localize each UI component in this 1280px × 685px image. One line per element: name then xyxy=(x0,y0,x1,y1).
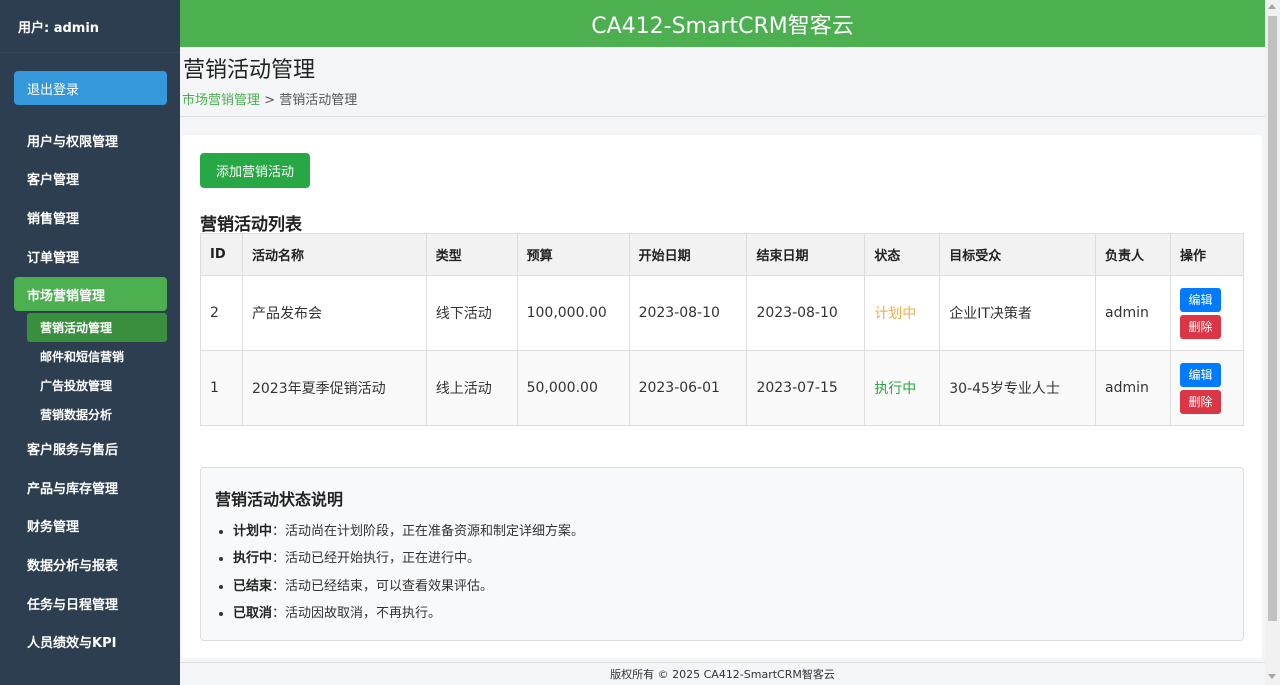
sidebar-item-user-permissions[interactable]: 用户与权限管理 xyxy=(0,121,180,160)
app-title: CA412-SmartCRM智客云 xyxy=(180,0,1265,47)
cell-start-date: 2023-06-01 xyxy=(628,350,748,426)
table-row: 2 产品发布会 线下活动 100,000.00 2023-08-10 2023-… xyxy=(200,275,1245,351)
cell-status-badge: 计划中 xyxy=(864,275,941,351)
logout-button[interactable]: 退出登录 xyxy=(14,71,167,105)
sidebar-item-orders[interactable]: 订单管理 xyxy=(0,237,180,276)
legend-term: 已取消 xyxy=(233,605,273,621)
col-header-budget: 预算 xyxy=(516,233,630,276)
col-header-type: 类型 xyxy=(425,233,518,276)
legend-term: 计划中 xyxy=(233,524,273,539)
status-legend-title: 营销活动状态说明 xyxy=(215,490,344,509)
sidebar: 用户: admin 退出登录 用户与权限管理 客户管理 销售管理 订单管理 市场… xyxy=(0,0,180,685)
cell-end-date: 2023-08-10 xyxy=(746,275,866,351)
col-header-end: 结束日期 xyxy=(746,233,866,276)
table-header-row: ID 活动名称 类型 预算 开始日期 结束日期 状态 目标受众 负责人 操作 xyxy=(200,233,1245,276)
edit-button[interactable]: 编辑 xyxy=(1179,362,1221,387)
breadcrumb-current: 营销活动管理 xyxy=(279,93,358,108)
edit-button[interactable]: 编辑 xyxy=(1179,287,1221,312)
legend-term: 执行中 xyxy=(233,551,273,567)
cell-name: 2023年夏季促销活动 xyxy=(241,350,427,426)
page-header: 营销活动管理 市场营销管理 > 营销活动管理 xyxy=(180,47,1265,117)
legend-desc: ：活动已经开始执行，正在进行中。 xyxy=(272,551,481,567)
cell-start-date: 2023-08-10 xyxy=(628,275,748,351)
breadcrumb: 市场营销管理 > 营销活动管理 xyxy=(182,89,357,108)
legend-item: 已结束：活动已经结束，可以查看效果评估。 xyxy=(233,573,584,600)
content-card: 添加营销活动 营销活动列表 ID 活动名称 类型 预算 开始日期 结束日期 状态… xyxy=(182,135,1262,658)
cell-type: 线下活动 xyxy=(425,275,518,351)
delete-button[interactable]: 删除 xyxy=(1179,389,1221,414)
cell-budget: 50,000.00 xyxy=(516,350,630,426)
cell-end-date: 2023-07-15 xyxy=(746,350,866,426)
cell-owner: admin xyxy=(1094,275,1171,351)
sidebar-item-finance[interactable]: 财务管理 xyxy=(0,507,180,546)
status-legend: 营销活动状态说明 计划中：活动尚在计划阶段，正在准备资源和制定详细方案。 执行中… xyxy=(200,467,1244,641)
legend-item: 计划中：活动尚在计划阶段，正在准备资源和制定详细方案。 xyxy=(233,518,584,545)
sidebar-item-sales[interactable]: 销售管理 xyxy=(0,198,180,237)
legend-term: 已结束 xyxy=(233,578,273,594)
sidebar-item-customers[interactable]: 客户管理 xyxy=(0,160,180,199)
legend-item: 已取消：活动因故取消，不再执行。 xyxy=(233,600,584,627)
legend-desc: ：活动因故取消，不再执行。 xyxy=(272,605,442,621)
scroll-down-arrow-icon[interactable] xyxy=(1268,674,1276,679)
cell-id: 2 xyxy=(200,275,243,351)
breadcrumb-parent-link[interactable]: 市场营销管理 xyxy=(182,93,260,108)
scroll-up-arrow-icon[interactable] xyxy=(1268,4,1276,9)
footer-copyright: 版权所有 © 2025 CA412-SmartCRM智客云 xyxy=(180,662,1265,685)
sidebar-subitem-ads[interactable]: 广告投放管理 xyxy=(0,371,180,400)
page-scrollbar[interactable] xyxy=(1265,0,1280,685)
legend-desc: ：活动尚在计划阶段，正在准备资源和制定详细方案。 xyxy=(272,524,585,539)
delete-button[interactable]: 删除 xyxy=(1179,314,1221,339)
add-campaign-button[interactable]: 添加营销活动 xyxy=(200,153,310,188)
legend-desc: ：活动已经结束，可以查看效果评估。 xyxy=(272,578,494,594)
col-header-id: ID xyxy=(200,233,243,276)
status-legend-list: 计划中：活动尚在计划阶段，正在准备资源和制定详细方案。 执行中：活动已经开始执行… xyxy=(233,518,584,627)
col-header-start: 开始日期 xyxy=(628,233,748,276)
cell-audience: 企业IT决策者 xyxy=(939,275,1096,351)
col-header-audience: 目标受众 xyxy=(939,233,1096,276)
scrollbar-thumb[interactable] xyxy=(1268,16,1277,621)
current-user: 用户: admin xyxy=(0,0,180,53)
sidebar-nav: 用户与权限管理 客户管理 销售管理 订单管理 市场营销管理 营销活动管理 邮件和… xyxy=(0,121,180,661)
col-header-owner: 负责人 xyxy=(1094,233,1171,276)
sidebar-item-tasks[interactable]: 任务与日程管理 xyxy=(0,584,180,623)
cell-type: 线上活动 xyxy=(425,350,518,426)
sidebar-item-inventory[interactable]: 产品与库存管理 xyxy=(0,468,180,507)
col-header-actions: 操作 xyxy=(1169,233,1245,276)
cell-audience: 30-45岁专业人士 xyxy=(939,350,1096,426)
breadcrumb-separator: > xyxy=(260,93,280,108)
page-title: 营销活动管理 xyxy=(183,58,316,83)
cell-owner: admin xyxy=(1094,350,1171,426)
sidebar-item-reports[interactable]: 数据分析与报表 xyxy=(0,545,180,584)
col-header-status: 状态 xyxy=(864,233,941,276)
sidebar-subitem-marketing-analytics[interactable]: 营销数据分析 xyxy=(0,400,180,429)
cell-budget: 100,000.00 xyxy=(516,275,630,351)
sidebar-item-service[interactable]: 客户服务与售后 xyxy=(0,429,180,468)
campaign-list-title: 营销活动列表 xyxy=(200,215,302,235)
table-row: 1 2023年夏季促销活动 线上活动 50,000.00 2023-06-01 … xyxy=(200,350,1245,426)
campaign-table: ID 活动名称 类型 预算 开始日期 结束日期 状态 目标受众 负责人 操作 2… xyxy=(200,233,1245,426)
legend-item: 执行中：活动已经开始执行，正在进行中。 xyxy=(233,545,584,572)
cell-actions: 编辑 删除 xyxy=(1169,275,1245,351)
sidebar-item-marketing[interactable]: 市场营销管理 xyxy=(14,277,167,312)
col-header-name: 活动名称 xyxy=(241,233,427,276)
sidebar-item-kpi[interactable]: 人员绩效与KPI xyxy=(0,622,180,661)
sidebar-subitem-email-sms[interactable]: 邮件和短信营销 xyxy=(0,342,180,371)
cell-name: 产品发布会 xyxy=(241,275,427,351)
sidebar-subitem-campaigns[interactable]: 营销活动管理 xyxy=(27,313,167,343)
cell-actions: 编辑 删除 xyxy=(1169,350,1245,426)
cell-status-badge: 执行中 xyxy=(864,350,941,426)
cell-id: 1 xyxy=(200,350,243,426)
